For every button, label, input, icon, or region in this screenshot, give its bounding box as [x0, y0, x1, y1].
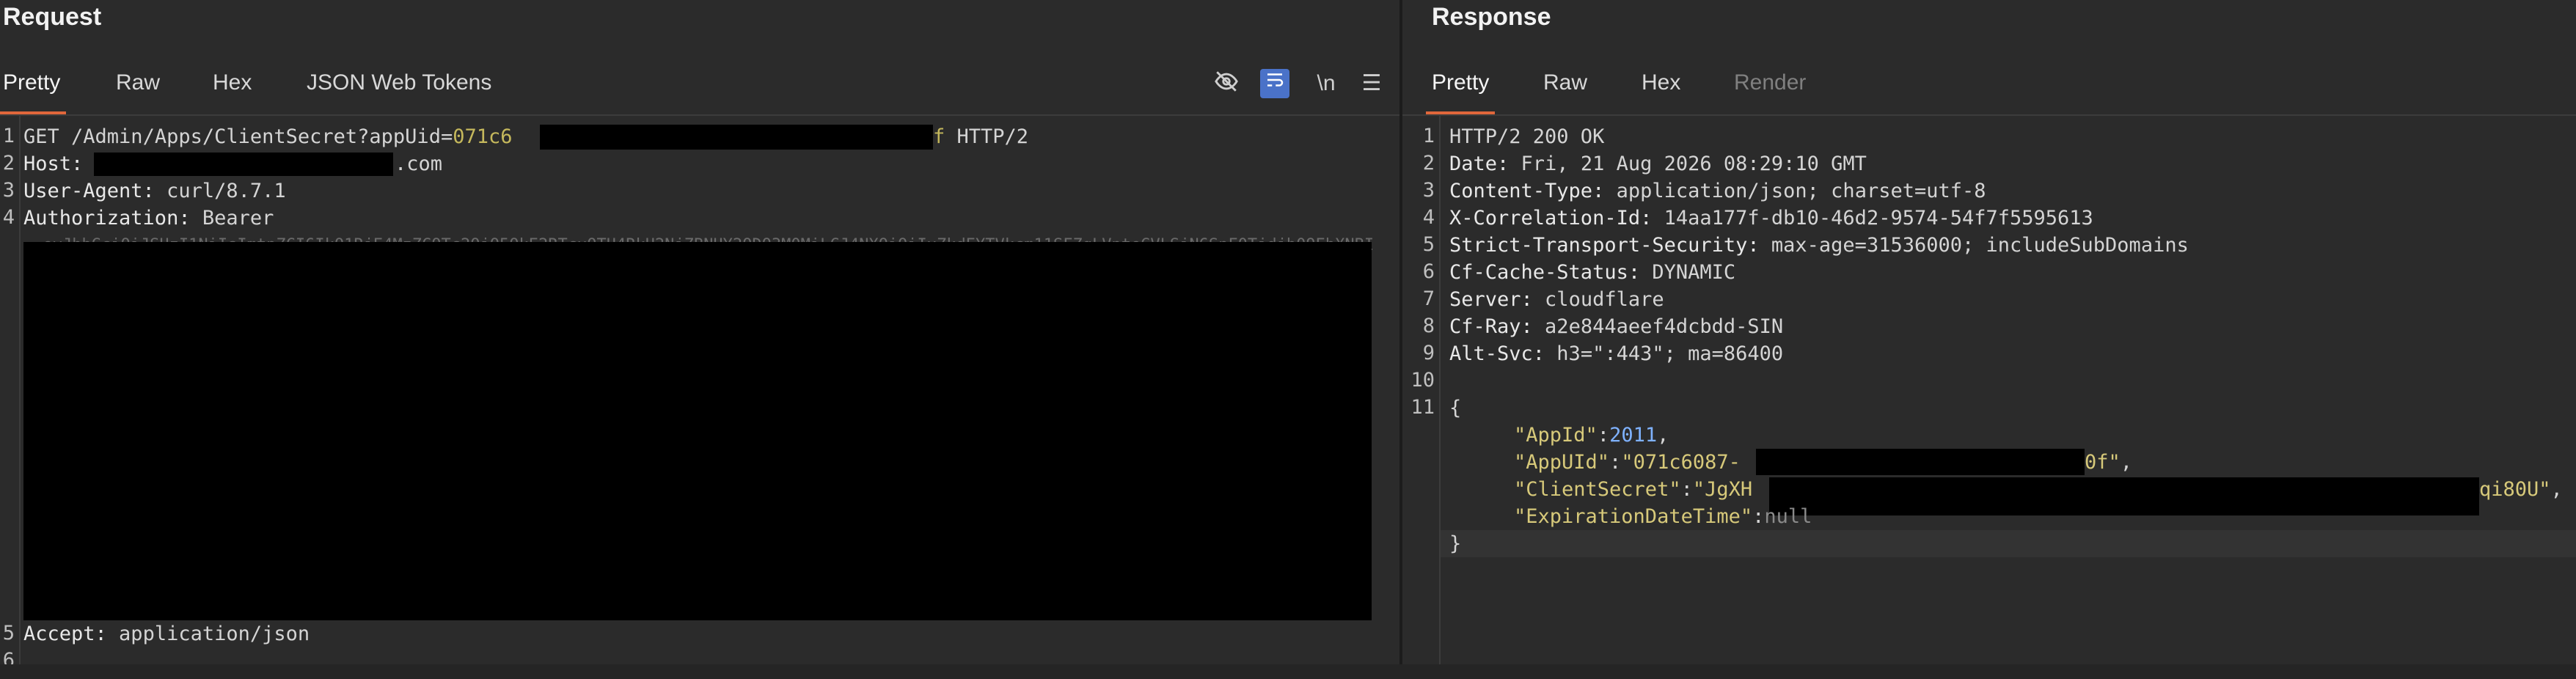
json-expiration: "ExpirationDateTime":null: [1514, 505, 1812, 528]
tab-raw[interactable]: Raw: [116, 66, 160, 116]
response-editor[interactable]: 1 2 3 4 5 6 7 8 9 10 11 HTTP/2 200 OK Da…: [1402, 116, 2576, 664]
tab-raw[interactable]: Raw: [1543, 66, 1587, 116]
request-title: Request: [3, 3, 102, 31]
response-gutter: 1 2 3 4 5 6 7 8 9 10 11: [1402, 116, 1441, 664]
tab-json-web-tokens[interactable]: JSON Web Tokens: [307, 66, 491, 116]
request-line: GET /Admin/Apps/ClientSecret?appUid=071c…: [23, 125, 513, 148]
eye-slash-icon[interactable]: [1212, 69, 1241, 98]
line-number: 9: [1422, 342, 1435, 364]
line-number: 5: [2, 622, 15, 645]
host-header: Host:: [23, 153, 84, 175]
response-title: Response: [1432, 3, 1551, 31]
cf-ray-header: Cf-Ray: a2e844aeef4dcbdd-SIN: [1449, 315, 1784, 338]
json-clientsecret-tail: qi80U",: [2479, 478, 2563, 501]
request-line-tail: f HTTP/2: [933, 125, 1029, 148]
line-number: 7: [1422, 287, 1435, 310]
authorization-header: Authorization: Bearer: [23, 207, 274, 230]
line-number: 2: [2, 152, 15, 175]
line-number: 2: [1422, 152, 1435, 175]
line-number: 6: [1422, 260, 1435, 283]
tab-render[interactable]: Render: [1734, 66, 1806, 116]
status-bar: [0, 664, 2576, 679]
line-number: 1: [1422, 125, 1435, 147]
server-header: Server: cloudflare: [1449, 288, 1664, 311]
line-number: 3: [2, 179, 15, 202]
date-header: Date: Fri, 21 Aug 2026 08:29:10 GMT: [1449, 153, 1867, 175]
line-number: 1: [2, 125, 15, 147]
line-number: 8: [1422, 315, 1435, 337]
wrap-lines-icon[interactable]: [1260, 69, 1289, 98]
user-agent-header: User-Agent: curl/8.7.1: [23, 180, 286, 202]
json-brace-close: }: [1449, 532, 1462, 555]
json-clientsecret: "ClientSecret":"JgXH: [1514, 478, 1753, 501]
request-gutter: 1 2 3 4 5 6: [0, 116, 21, 672]
response-tabs: Pretty Raw Hex Render: [1402, 66, 2576, 116]
status-line: HTTP/2 200 OK: [1449, 125, 1605, 148]
hsts-header: Strict-Transport-Security: max-age=31536…: [1449, 234, 2189, 257]
json-appid: "AppId":2011,: [1514, 424, 1669, 447]
newline-toggle[interactable]: \n: [1311, 69, 1341, 98]
line-number: 10: [1410, 369, 1435, 392]
line-number: 3: [1422, 179, 1435, 202]
response-panel: Response Pretty Raw Hex Render 1 2 3 4 5…: [1402, 0, 2576, 664]
tab-pretty[interactable]: Pretty: [1425, 66, 1496, 116]
redaction-bar: [1756, 449, 2085, 475]
tab-hex[interactable]: Hex: [1642, 66, 1680, 116]
content-type-header: Content-Type: application/json; charset=…: [1449, 180, 1986, 202]
request-tabs: Pretty Raw Hex JSON Web Tokens: [0, 66, 1399, 116]
host-header-value: .com: [395, 153, 443, 175]
line-number: 11: [1410, 396, 1435, 419]
json-brace-open: {: [1449, 397, 1462, 419]
correlation-id-header: X-Correlation-Id: 14aa177f-db10-46d2-957…: [1449, 207, 2093, 230]
redaction-bar: [540, 125, 933, 150]
cache-status-header: Cf-Cache-Status: DYNAMIC: [1449, 261, 1736, 284]
line-number: 5: [1422, 233, 1435, 256]
json-appuid: "AppUId":"071c6087-: [1514, 451, 1741, 474]
menu-icon[interactable]: ☰: [1357, 69, 1386, 98]
current-line-highlight: [1441, 530, 2576, 557]
redaction-bar: [94, 153, 393, 176]
line-number: 4: [2, 206, 15, 229]
json-appuid-tail: 0f",: [2085, 451, 2133, 474]
tab-hex[interactable]: Hex: [213, 66, 252, 116]
tab-pretty[interactable]: Pretty: [0, 66, 67, 116]
redaction-bar: [1769, 477, 2479, 515]
accept-header: Accept: application/json: [23, 623, 310, 645]
redaction-bar: [23, 242, 1372, 620]
request-panel: Request Pretty Raw Hex JSON Web Tokens \…: [0, 0, 1399, 672]
request-editor[interactable]: 1 2 3 4 5 6 GET /Admin/Apps/ClientSecret…: [0, 116, 1399, 672]
line-number: 4: [1422, 206, 1435, 229]
alt-svc-header: Alt-Svc: h3=":443"; ma=86400: [1449, 342, 1784, 365]
